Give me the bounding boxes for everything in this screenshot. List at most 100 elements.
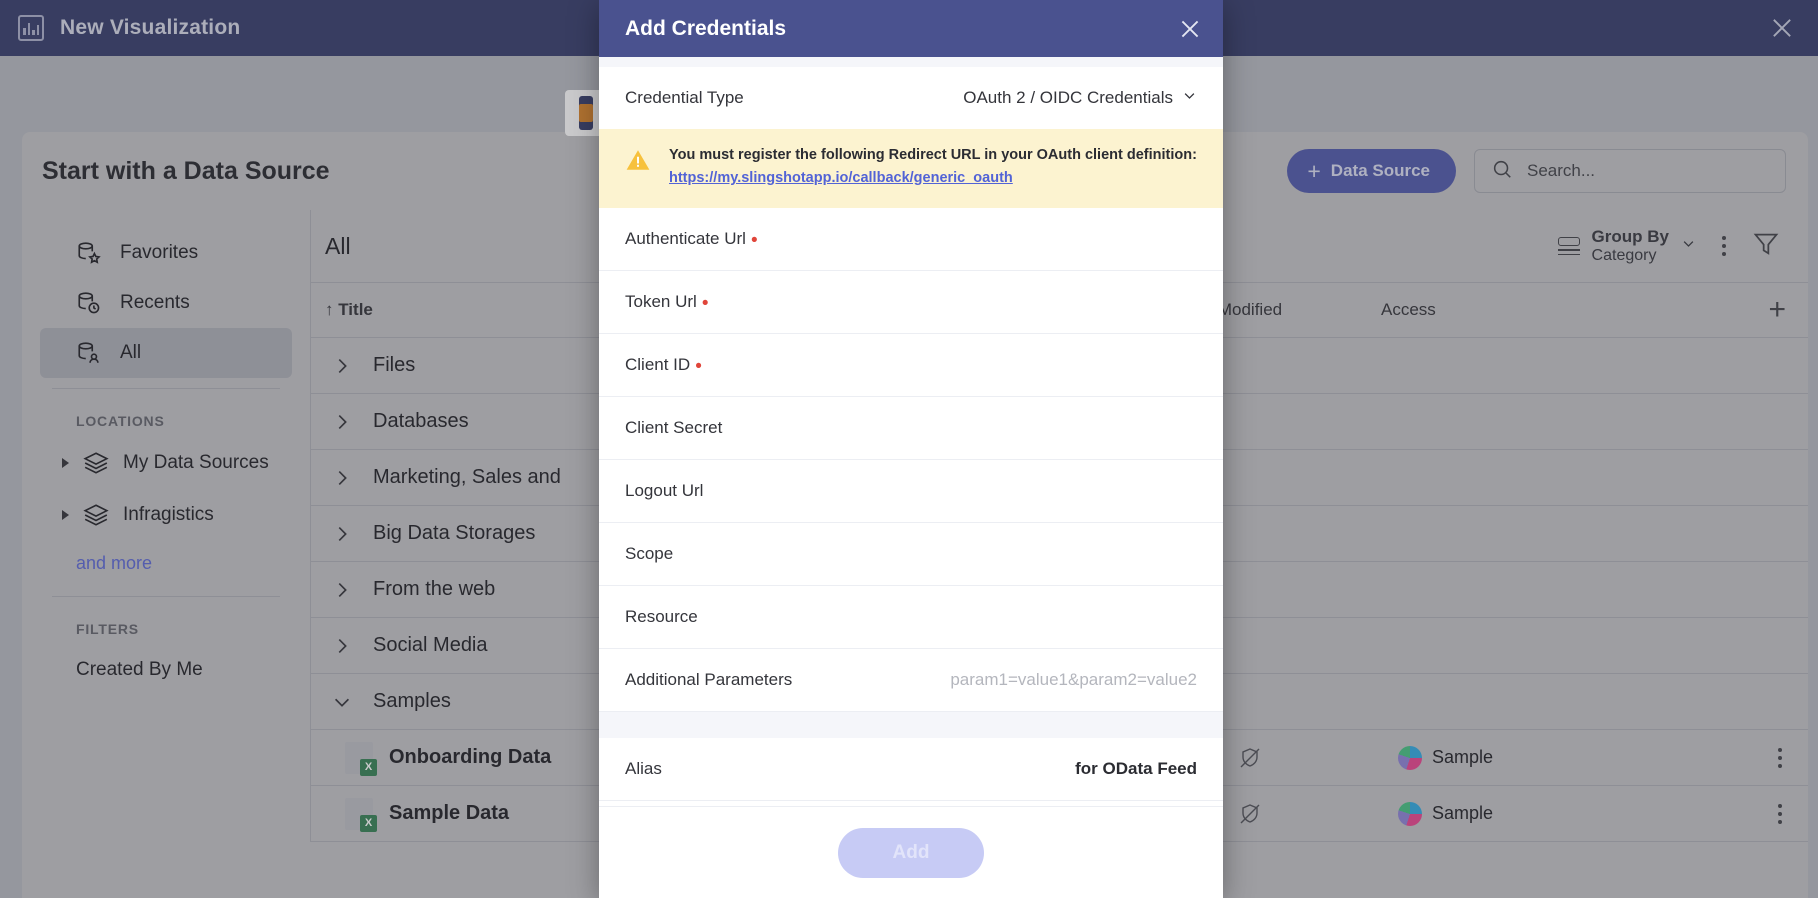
database-star-icon xyxy=(76,240,102,266)
field-logout-url[interactable]: Logout Url xyxy=(599,460,1223,523)
sidebar-filter-label: Created By Me xyxy=(76,659,203,680)
more-vertical-icon[interactable] xyxy=(1778,747,1808,768)
add-credentials-dialog: Add Credentials Credential Type OAuth 2 … xyxy=(599,0,1223,898)
row-last-modified: Sample xyxy=(1398,745,1598,770)
field-label: Authenticate Url xyxy=(625,228,746,248)
row-title: Sample Data xyxy=(389,802,510,824)
chevron-right-icon[interactable] xyxy=(311,467,373,489)
group-label: Databases xyxy=(373,410,469,432)
excel-file-icon: X xyxy=(345,741,377,776)
rocket-icon xyxy=(1398,745,1422,770)
field-resource[interactable]: Resource xyxy=(599,586,1223,649)
chevron-right-icon[interactable] xyxy=(311,355,373,377)
field-label: Client Secret xyxy=(625,417,723,437)
database-user-icon xyxy=(76,340,102,366)
sidebar-item-infragistics[interactable]: Infragistics xyxy=(40,489,292,541)
sidebar-location-label: Infragistics xyxy=(123,504,214,525)
column-title[interactable]: Title xyxy=(338,300,373,319)
redirect-url-link[interactable]: https://my.slingshotapp.io/callback/gene… xyxy=(669,168,1197,190)
dialog-footer: Add xyxy=(599,806,1223,898)
group-label: Files xyxy=(373,354,416,376)
chevron-right-icon xyxy=(62,510,69,520)
sidebar: Favorites Recents All LOCATIONS My Data … xyxy=(22,210,310,898)
add-button[interactable]: Add xyxy=(838,827,984,878)
app-title: New Visualization xyxy=(60,16,241,39)
sidebar-item-all[interactable]: All xyxy=(40,328,292,378)
dialog-top-strip xyxy=(599,57,1223,67)
field-label: Token Url xyxy=(625,291,697,311)
add-data-source-label: Data Source xyxy=(1330,161,1430,180)
sidebar-divider xyxy=(52,388,280,389)
rocket-icon xyxy=(1398,801,1422,826)
credential-type-value: OAuth 2 / OIDC Credentials xyxy=(963,88,1173,107)
field-client-id[interactable]: Client ID • xyxy=(599,334,1223,397)
field-token-url[interactable]: Token Url • xyxy=(599,271,1223,334)
redirect-url-warning: You must register the following Redirect… xyxy=(599,129,1223,208)
filter-icon[interactable] xyxy=(1752,230,1780,263)
table-scope-label: All xyxy=(325,232,351,259)
group-by-icon xyxy=(1557,236,1580,256)
field-placeholder: param1=value1&param2=value2 xyxy=(950,669,1197,689)
group-label: From the web xyxy=(373,578,496,600)
page-header-actions: + Data Source Search... xyxy=(1287,149,1786,193)
credential-type-value-group[interactable]: OAuth 2 / OIDC Credentials xyxy=(963,88,1197,108)
field-client-secret[interactable]: Client Secret xyxy=(599,397,1223,460)
add-column-button[interactable]: + xyxy=(1768,293,1808,327)
chevron-right-icon[interactable] xyxy=(311,411,373,433)
search-input[interactable]: Search... xyxy=(1474,149,1786,193)
field-authenticate-url[interactable]: Authenticate Url • xyxy=(599,208,1223,271)
field-label: Client ID xyxy=(625,354,691,374)
credential-type-row[interactable]: Credential Type OAuth 2 / OIDC Credentia… xyxy=(599,67,1223,129)
sidebar-location-label: My Data Sources xyxy=(123,452,269,473)
sidebar-item-recents[interactable]: Recents xyxy=(40,278,292,328)
plus-icon: + xyxy=(1307,157,1321,184)
certified-off-icon xyxy=(1228,746,1398,770)
group-label: Big Data Storages xyxy=(373,522,536,544)
group-by-control[interactable]: Group By Category xyxy=(1557,227,1696,265)
row-last-modified-label: Sample xyxy=(1432,747,1494,767)
add-data-source-button[interactable]: + Data Source xyxy=(1287,149,1456,193)
sidebar-filter-created-by-me[interactable]: Created By Me xyxy=(40,645,292,695)
search-icon xyxy=(1491,158,1513,185)
layers-icon xyxy=(83,450,109,476)
group-by-title: Group By xyxy=(1591,227,1669,246)
field-label: Scope xyxy=(625,543,674,563)
row-last-modified-label: Sample xyxy=(1432,803,1494,823)
more-vertical-icon[interactable] xyxy=(1778,803,1808,824)
group-label: Samples xyxy=(373,690,451,712)
field-label: Logout Url xyxy=(625,480,704,500)
section-divider xyxy=(599,711,1223,738)
chevron-down-icon[interactable] xyxy=(311,691,373,713)
sidebar-section-locations: LOCATIONS xyxy=(76,413,165,429)
field-scope[interactable]: Scope xyxy=(599,523,1223,586)
search-placeholder: Search... xyxy=(1527,161,1596,180)
layers-icon xyxy=(83,502,109,528)
sidebar-item-favorites[interactable]: Favorites xyxy=(40,228,292,278)
group-label: Marketing, Sales and xyxy=(373,466,561,488)
chevron-right-icon xyxy=(62,458,69,468)
field-label: Additional Parameters xyxy=(625,669,793,689)
excel-file-icon: X xyxy=(345,797,377,832)
sidebar-item-my-data-sources[interactable]: My Data Sources xyxy=(40,437,292,489)
dialog-header: Add Credentials xyxy=(599,0,1223,57)
more-vertical-icon[interactable] xyxy=(1722,236,1726,256)
chevron-right-icon[interactable] xyxy=(311,635,373,657)
chevron-down-icon xyxy=(1182,88,1197,108)
close-icon[interactable] xyxy=(1768,14,1796,42)
group-by-value: Category xyxy=(1591,247,1657,264)
field-additional-parameters[interactable]: Additional Parameters param1=value1&para… xyxy=(599,649,1223,712)
field-label: Alias xyxy=(625,758,662,778)
group-label: Social Media xyxy=(373,634,488,656)
and-more-link[interactable]: and more xyxy=(40,553,292,574)
close-icon[interactable] xyxy=(1177,16,1203,42)
certified-off-icon xyxy=(1228,802,1398,826)
column-access[interactable]: Access xyxy=(1381,300,1561,320)
chevron-right-icon[interactable] xyxy=(311,579,373,601)
field-value[interactable]: for OData Feed xyxy=(1075,759,1197,779)
sort-arrow-icon: ↑ xyxy=(325,300,334,319)
field-alias[interactable]: Alias for OData Feed xyxy=(599,738,1223,801)
warning-triangle-icon xyxy=(625,147,651,178)
sidebar-item-label: All xyxy=(120,342,142,363)
chevron-right-icon[interactable] xyxy=(311,523,373,545)
credential-type-label: Credential Type xyxy=(625,88,744,107)
